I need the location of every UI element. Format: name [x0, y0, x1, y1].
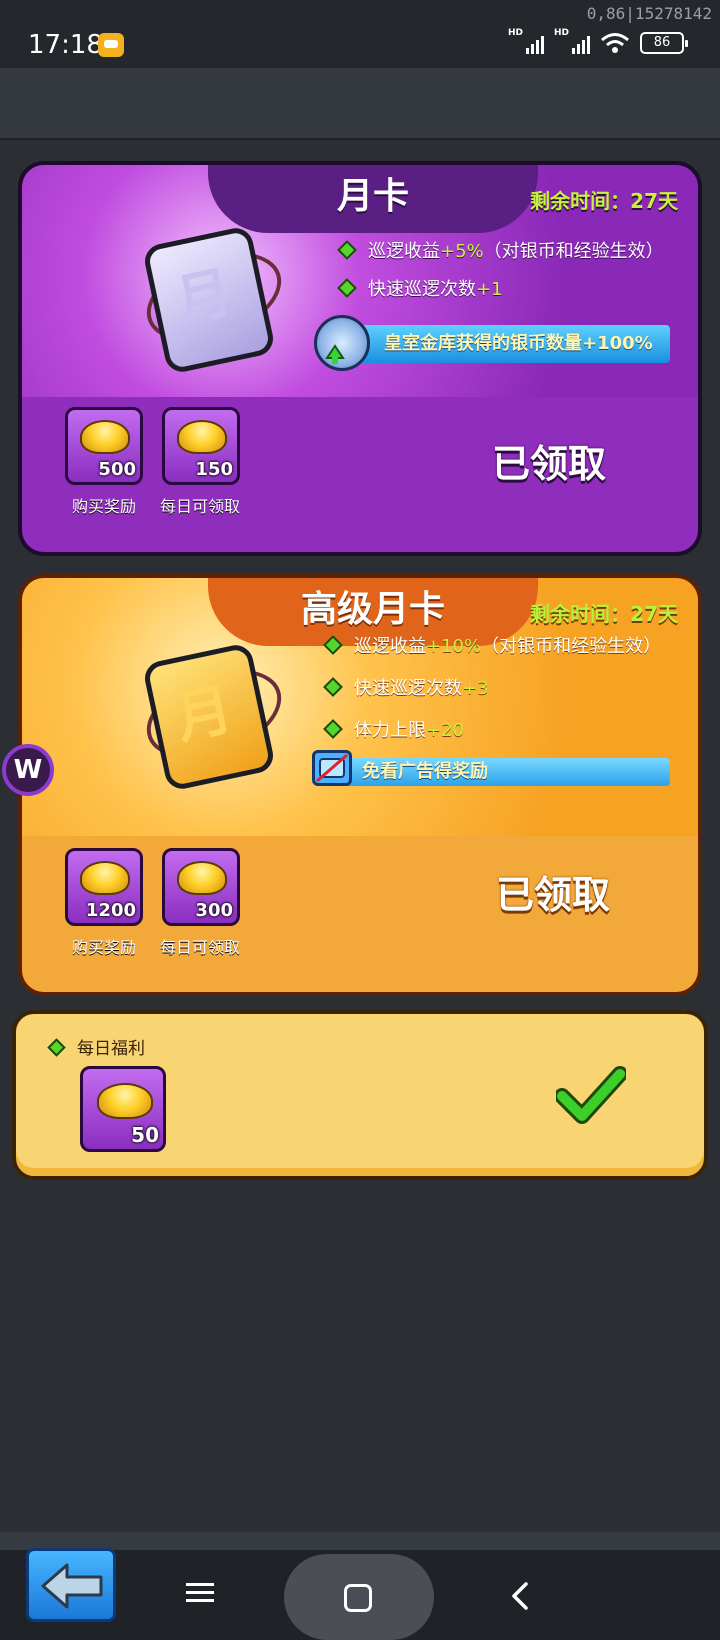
status-time: 17:18: [28, 30, 103, 60]
game-header-band: [0, 68, 720, 140]
daily-welfare-label: 每日福利: [47, 1034, 145, 1059]
system-back-button[interactable]: [506, 1578, 536, 1614]
remaining-label: 剩余时间：: [530, 189, 631, 213]
claimed-check-icon: [556, 1066, 626, 1124]
treasury-bonus-banner: 皇室金库获得的银币数量+100%: [344, 325, 670, 363]
cell-signal-2-icon: HD: [554, 28, 590, 54]
reward-label: 每日可领取: [159, 497, 240, 516]
benefit-item: 体力上限+20: [323, 716, 464, 742]
daily-reward-item[interactable]: 50: [80, 1066, 166, 1152]
monthly-card-remaining: 剩余时间：27天: [530, 185, 678, 214]
benefit-item: 巡逻收益+5%（对银币和经验生效）: [337, 237, 664, 263]
ad-free-banner: 免看广告得奖励: [338, 758, 670, 786]
diamond-bullet-icon: [337, 240, 357, 260]
reward-amount: 50: [131, 1123, 159, 1147]
benefit-item: 快速巡逻次数+3: [323, 674, 489, 700]
gold-ingot-icon: [177, 420, 227, 454]
diamond-bullet-icon: [323, 719, 343, 739]
premium-card-remaining: 剩余时间：27天: [530, 598, 678, 627]
status-bar: 0,86|15278142 17:18 HD HD 86: [0, 0, 720, 68]
debug-overlay-text: 0,86|15278142: [586, 4, 712, 23]
reward-amount: 500: [98, 459, 136, 480]
no-ads-tv-icon: [312, 750, 352, 786]
floating-assistant-button[interactable]: W: [2, 744, 54, 796]
premium-card-tag-icon: 月: [134, 634, 294, 794]
reward-item: 500: [65, 407, 143, 485]
signal-2-hd-label: HD: [554, 28, 570, 38]
diamond-bullet-icon: [323, 677, 343, 697]
premium-card-panel: 高级月卡 剩余时间：27天 月 巡逻收益+10%（对银币和经验生效） 快速巡逻次…: [18, 574, 702, 996]
system-icons: HD HD 86: [508, 28, 688, 54]
diamond-bullet-icon: [323, 635, 343, 655]
home-icon: [344, 1584, 372, 1612]
cell-signal-icon: HD: [508, 28, 544, 54]
wifi-icon: [601, 33, 629, 53]
daily-welfare-panel: 每日福利 50: [12, 1010, 708, 1180]
chevron-left-icon: [512, 1582, 528, 1610]
claimed-status: 已领取: [496, 873, 611, 917]
diamond-bullet-icon: [47, 1037, 66, 1057]
back-button[interactable]: [26, 1548, 116, 1622]
recent-apps-button[interactable]: [180, 1578, 220, 1610]
diamond-bullet-icon: [337, 278, 357, 298]
gold-ingot-icon: [177, 861, 227, 895]
back-arrow-icon: [41, 1563, 103, 1609]
reward-label: 购买奖励: [71, 497, 136, 516]
reward-amount: 1200: [85, 900, 136, 921]
reward-item: 150: [162, 407, 240, 485]
gold-ingot-icon: [80, 420, 130, 454]
monthly-card-tag-icon: 月: [134, 217, 294, 377]
reward-item: 300: [162, 848, 240, 926]
remaining-value: 27天: [630, 602, 678, 626]
gold-ingot-icon: [80, 861, 130, 895]
reward-amount: 150: [195, 459, 233, 480]
benefit-item: 快速巡逻次数+1: [337, 275, 503, 301]
reward-label: 每日可领取: [159, 938, 240, 957]
signal-hd-label: HD: [508, 28, 524, 38]
reward-amount: 300: [195, 900, 233, 921]
gold-ingot-icon: [97, 1083, 153, 1119]
reward-item: 1200: [65, 848, 143, 926]
silver-coin-upgrade-icon: [314, 315, 370, 371]
app-notification-icon: [98, 33, 124, 57]
home-button[interactable]: [284, 1554, 434, 1640]
remaining-value: 27天: [630, 189, 678, 213]
reward-label: 购买奖励: [71, 938, 136, 957]
claimed-status: 已领取: [492, 442, 607, 486]
battery-icon: 86: [640, 32, 688, 54]
monthly-card-panel: 月卡 剩余时间：27天 月 巡逻收益+5%（对银币和经验生效） 快速巡逻次数+1…: [18, 161, 702, 556]
remaining-label: 剩余时间：: [530, 602, 631, 626]
benefit-item: 巡逻收益+10%（对银币和经验生效）: [323, 632, 661, 658]
